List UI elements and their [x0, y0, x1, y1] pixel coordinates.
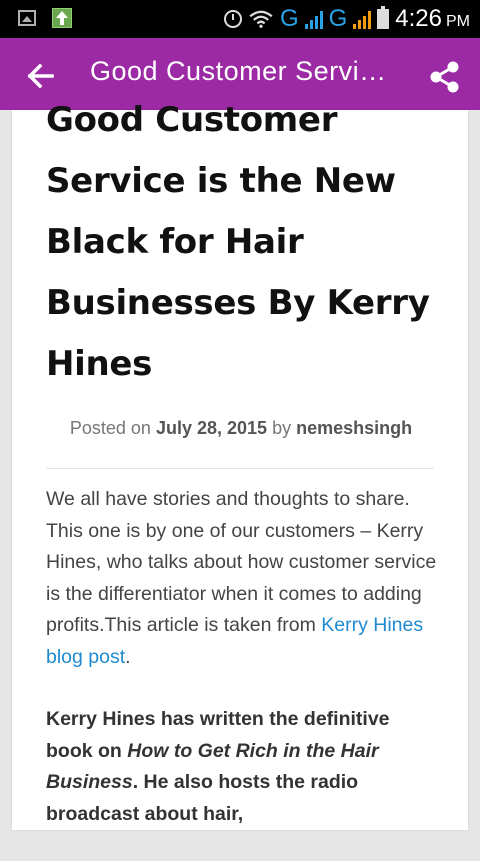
by-label: by [272, 418, 292, 438]
post-meta: Posted on July 28, 2015 by nemeshsingh [46, 418, 436, 439]
clock-time: 4:26 [395, 5, 442, 32]
signal-icon [304, 9, 323, 29]
post-title: Good Customer Service is the New Black f… [46, 100, 430, 384]
image-icon [18, 10, 36, 26]
share-icon [430, 61, 459, 93]
network-type-1: G [279, 5, 299, 32]
share-button[interactable] [428, 60, 462, 94]
battery-icon [377, 6, 390, 29]
wifi-icon [249, 10, 273, 28]
posted-on-label: Posted on [69, 418, 151, 438]
status-bar-right: G G 4:26 PM [223, 5, 470, 33]
status-bar-left [18, 8, 72, 28]
alarm-icon [223, 10, 242, 28]
toolbar-title: Good Customer Servi… [90, 56, 387, 86]
paragraph-intro: We all have stories and thoughts to shar… [46, 484, 438, 673]
paragraph-author-bio: Kerry Hines has written the definitive b… [46, 704, 438, 830]
status-bar: G G 4:26 PM [0, 0, 480, 38]
author-link[interactable]: nemeshsingh [296, 418, 412, 438]
post-date-link[interactable]: July 28, 2015 [156, 418, 267, 438]
article-body: We all have stories and thoughts to shar… [46, 484, 438, 861]
paragraph-intro-end: . [125, 645, 131, 668]
upload-icon [52, 8, 72, 28]
network-type-2: G [328, 5, 348, 32]
signal-icon-2 [353, 9, 372, 29]
article-card: Good Customer Service is the New Black f… [12, 100, 468, 830]
clock-ampm: PM [446, 13, 470, 30]
divider [46, 468, 434, 469]
article-content: Good Customer Service is the New Black f… [46, 100, 436, 825]
